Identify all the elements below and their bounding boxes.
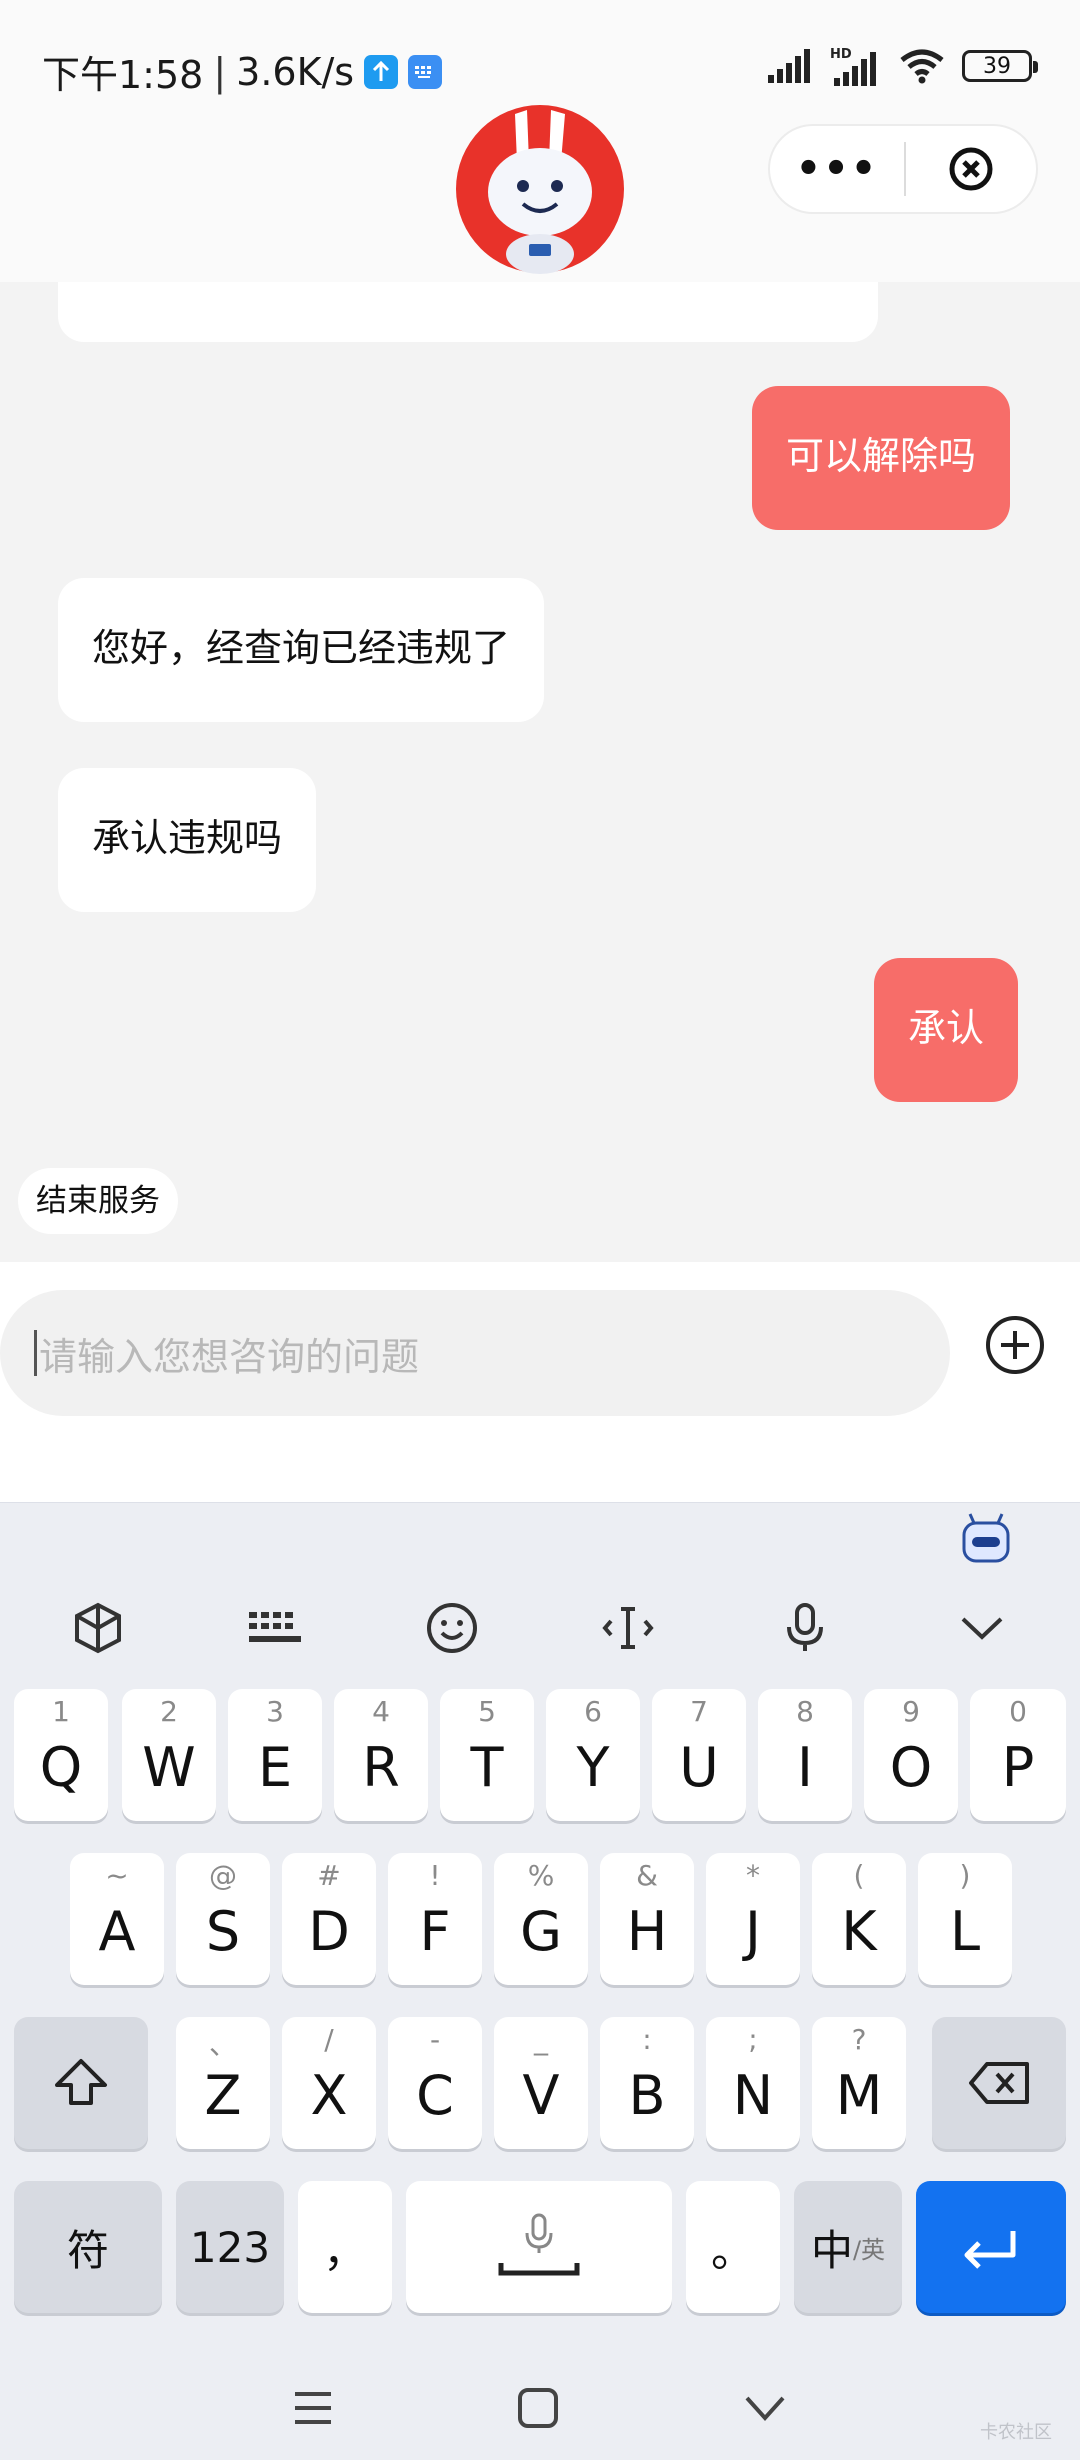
input-bar: 请输入您想咨询的问题 xyxy=(0,1262,1080,1502)
backspace-icon xyxy=(969,2062,1029,2104)
key-d[interactable]: # D xyxy=(282,1853,376,1985)
space-mic-icon xyxy=(498,2213,580,2276)
bunny-mascot-avatar xyxy=(456,105,624,274)
assistant-robot-icon[interactable] xyxy=(958,1511,1014,1567)
home-square-icon[interactable] xyxy=(516,2386,560,2430)
shift-icon xyxy=(55,2059,107,2105)
message-text: 承认 xyxy=(908,1006,985,1050)
system-nav-bar xyxy=(0,2355,1080,2460)
key-z[interactable]: 、 Z xyxy=(176,2017,270,2149)
enter-key[interactable] xyxy=(916,2181,1066,2313)
incoming-message: 您好，经查询已经违规了 xyxy=(58,578,545,722)
space-key[interactable] xyxy=(406,2181,672,2313)
keyboard-notify-icon xyxy=(408,54,443,89)
language-switch-key[interactable]: 中/英 xyxy=(794,2181,902,2313)
key-m[interactable]: ? M xyxy=(812,2017,906,2149)
mic-icon[interactable] xyxy=(770,1593,840,1663)
message-text: 承认违规吗 xyxy=(92,816,283,860)
chevron-down-icon[interactable] xyxy=(947,1593,1017,1663)
key-s[interactable]: @ S xyxy=(176,1853,270,1985)
key-l[interactable]: ) L xyxy=(918,1853,1012,1985)
key-p[interactable]: 0P xyxy=(970,1689,1066,1821)
key-r[interactable]: 4R xyxy=(334,1689,428,1821)
key-t[interactable]: 5T xyxy=(440,1689,534,1821)
key-o[interactable]: 9O xyxy=(864,1689,958,1821)
input-placeholder: 请输入您想咨询的问题 xyxy=(39,1334,420,1379)
text-cursor-icon[interactable] xyxy=(593,1593,663,1663)
shift-key[interactable] xyxy=(14,2017,148,2149)
numbers-key[interactable]: 123 xyxy=(176,2181,284,2313)
key-k[interactable]: (K xyxy=(812,1853,906,1985)
key-v[interactable]: _ V xyxy=(494,2017,588,2149)
close-button[interactable] xyxy=(906,126,1036,212)
upload-icon xyxy=(364,54,399,89)
battery-icon: 39 xyxy=(962,50,1038,82)
comma-key[interactable]: ， xyxy=(298,2181,392,2313)
key-e[interactable]: 3E xyxy=(228,1689,322,1821)
menu-icon[interactable] xyxy=(291,2388,335,2428)
message-text: 您好，经查询已经违规了 xyxy=(92,626,511,670)
key-q[interactable]: 1Q xyxy=(14,1689,108,1821)
key-u[interactable]: 7U xyxy=(652,1689,746,1821)
hd-signal-icon: HD xyxy=(830,47,876,86)
key-n[interactable]: ; N xyxy=(706,2017,800,2149)
incoming-message: 承认违规吗 xyxy=(58,768,317,912)
key-h[interactable]: & H xyxy=(600,1853,694,1985)
wifi-icon xyxy=(900,49,944,84)
status-bar-left: 下午1:58 | 3.6K/s xyxy=(42,44,443,99)
message-text: 可以解除吗 xyxy=(786,434,977,478)
key-i[interactable]: 8I xyxy=(758,1689,852,1821)
period-key[interactable]: 。 xyxy=(686,2181,780,2313)
emoji-icon[interactable] xyxy=(417,1593,487,1663)
watermark: 卡农社区 xyxy=(980,2422,1052,2443)
chat-area[interactable]: 可以解除吗 您好，经查询已经违规了 承认违规吗 承认 结束服务 xyxy=(0,242,1080,1262)
mini-program-capsule: ••• xyxy=(768,124,1038,214)
key-j[interactable]: * J xyxy=(706,1853,800,1985)
question-input[interactable]: 请输入您想咨询的问题 xyxy=(0,1290,950,1416)
key-x[interactable]: / X xyxy=(282,2017,376,2149)
end-service-button[interactable]: 结束服务 xyxy=(18,1168,178,1234)
key-g[interactable]: % G xyxy=(494,1853,588,1985)
outgoing-message: 承认 xyxy=(874,958,1019,1102)
network-speed: 3.6K/s xyxy=(236,49,355,94)
status-bar-right: HD 39 xyxy=(766,46,1038,86)
battery-level: 39 xyxy=(983,53,1011,79)
key-y[interactable]: 6Y xyxy=(546,1689,640,1821)
status-time: 下午1:58 xyxy=(42,53,204,97)
enter-icon xyxy=(964,2231,1016,2269)
cube-icon[interactable] xyxy=(63,1593,133,1663)
key-a[interactable]: ~ A xyxy=(70,1853,164,1985)
plus-circle-icon[interactable] xyxy=(984,1314,1046,1376)
key-w[interactable]: 2W xyxy=(122,1689,216,1821)
keyboard-icon[interactable] xyxy=(240,1593,310,1663)
text-caret xyxy=(34,1330,37,1376)
backspace-key[interactable] xyxy=(932,2017,1066,2149)
key-f[interactable]: ! F xyxy=(388,1853,482,1985)
keyboard-toolbar xyxy=(0,1563,1080,1693)
svg-text:HD: HD xyxy=(830,47,852,62)
signal-icon xyxy=(768,49,810,83)
key-b[interactable]: :B xyxy=(600,2017,694,2149)
key-c[interactable]: -C xyxy=(388,2017,482,2149)
outgoing-message: 可以解除吗 xyxy=(752,386,1011,530)
symbols-key[interactable]: 符 xyxy=(14,2181,162,2313)
close-circle-icon xyxy=(949,147,993,191)
soft-keyboard: 1Q 2W 3E 4R 5T 6Y 7U 8I 9O 0P ~ A @ S # D !… xyxy=(0,1502,1080,2460)
more-button[interactable]: ••• xyxy=(770,126,904,212)
back-chevron-icon[interactable] xyxy=(741,2390,789,2426)
app-header: 下午1:58 | 3.6K/s HD 39 ••• xyxy=(0,0,1080,282)
